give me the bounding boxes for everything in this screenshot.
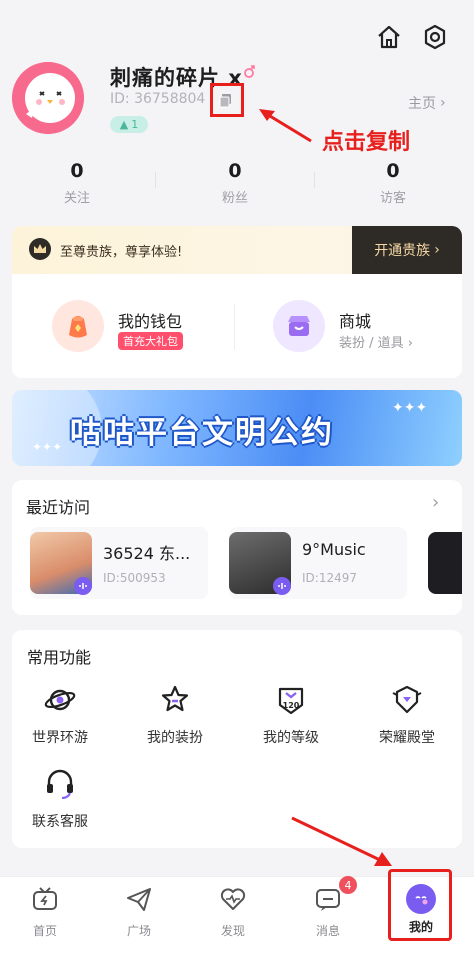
visit-item[interactable]: 9°Music ID:12497: [229, 527, 407, 599]
nav-discover[interactable]: 发现: [198, 884, 268, 939]
open-noble-label: 开通贵族: [374, 243, 431, 259]
honor-icon: [389, 682, 425, 718]
stat-label: 关注: [63, 191, 90, 206]
planet-icon: [42, 682, 78, 718]
nav-label: 首页: [32, 924, 57, 938]
function-label: 我的装扮: [147, 730, 203, 746]
wallet-bag-icon: [52, 300, 104, 352]
level-icon: 120: [273, 682, 309, 718]
stat-value: 0: [386, 160, 400, 182]
divider: [234, 304, 235, 350]
chevron-right-icon: ›: [434, 242, 440, 258]
user-id: ID: 36758804: [110, 91, 206, 107]
divider: [314, 172, 315, 188]
home-icon[interactable]: [372, 20, 406, 54]
stat-label: 访客: [379, 191, 406, 206]
store-title: 商城: [339, 312, 372, 331]
level-badge: ▲ 1: [110, 116, 148, 133]
wallet-tag: 首充大礼包: [118, 332, 183, 350]
open-noble-button[interactable]: 开通贵族 ›: [352, 226, 462, 274]
function-label: 我的等级: [263, 730, 319, 746]
visit-id: ID:500953: [103, 571, 166, 585]
chevron-right-icon: ›: [440, 95, 446, 111]
stat-value: 0: [228, 160, 242, 182]
settings-icon[interactable]: [418, 20, 452, 54]
unread-badge: 4: [339, 876, 357, 894]
home-link-label: 主页: [408, 96, 436, 112]
nav-label: 广场: [126, 924, 151, 938]
noble-text: 至尊贵族，尊享体验!: [60, 245, 183, 260]
chevron-right-icon: ›: [407, 336, 413, 351]
sparkle-icon: ✦✦✦: [392, 400, 428, 416]
store-subtitle: 装扮 / 道具 ›: [339, 332, 413, 351]
function-label: 荣耀殿堂: [379, 730, 435, 746]
level-badge-value: 1: [131, 118, 139, 131]
function-label: 世界环游: [32, 730, 88, 746]
nav-square[interactable]: 广场: [104, 884, 174, 939]
stat-value: 0: [70, 160, 84, 182]
visit-item[interactable]: 36524 东... ID:500953: [30, 527, 208, 599]
nav-home[interactable]: 首页: [10, 884, 80, 939]
stat-visitors[interactable]: 0 访客: [333, 160, 453, 206]
store-entry[interactable]: [273, 300, 325, 352]
store-icon: [273, 300, 325, 352]
crown-icon: [28, 237, 52, 265]
visit-id: ID:12497: [302, 571, 357, 585]
gender-icon: [242, 64, 256, 84]
copy-tip: 点击复制: [322, 130, 411, 155]
annotation-arrow-icon: [259, 109, 312, 143]
nav-label: 消息: [315, 924, 340, 938]
function-label: 联系客服: [32, 814, 88, 830]
me-highlight-box: [388, 869, 452, 941]
functions-title: 常用功能: [27, 648, 92, 667]
stat-following[interactable]: 0 关注: [17, 160, 137, 206]
tv-icon: [33, 887, 57, 910]
visit-name: 36524 东...: [103, 544, 191, 563]
copy-highlight-box: [210, 83, 244, 117]
promo-title: 咕咕平台文明公约: [70, 415, 334, 451]
annotation-arrow-icon: [291, 816, 392, 866]
chevron-right-icon[interactable]: ›: [432, 492, 439, 513]
function-my-level[interactable]: 120 我的等级: [241, 682, 341, 747]
headset-icon: [42, 766, 78, 802]
function-customer-service[interactable]: 联系客服: [10, 766, 110, 831]
paper-plane-icon: [127, 888, 151, 911]
heart-pulse-icon: [220, 888, 246, 910]
home-link[interactable]: 主页 ›: [408, 93, 446, 113]
visit-thumb[interactable]: [428, 532, 462, 594]
star-dress-icon: [157, 682, 193, 718]
wallet-entry[interactable]: [52, 300, 104, 352]
function-world-tour[interactable]: 世界环游: [10, 682, 110, 747]
message-icon: [316, 889, 340, 911]
level-badge-icon: ▲: [119, 118, 129, 131]
recent-title: 最近访问: [26, 498, 91, 517]
nav-label: 发现: [220, 924, 245, 938]
level-icon-text: 120: [283, 701, 300, 710]
function-hall-of-honor[interactable]: 荣耀殿堂: [357, 682, 457, 747]
audio-wave-icon: [74, 577, 92, 595]
avatar[interactable]: [12, 62, 84, 134]
audio-wave-icon: [273, 577, 291, 595]
wallet-title: 我的钱包: [118, 312, 183, 331]
stat-fans[interactable]: 0 粉丝: [175, 160, 295, 206]
store-subtitle-text: 装扮 / 道具: [339, 336, 404, 351]
divider: [155, 172, 156, 188]
function-my-outfit[interactable]: 我的装扮: [125, 682, 225, 747]
visit-name: 9°Music: [302, 540, 366, 559]
sparkle-icon: ✦✦✦: [32, 440, 63, 454]
stat-label: 粉丝: [221, 191, 248, 206]
